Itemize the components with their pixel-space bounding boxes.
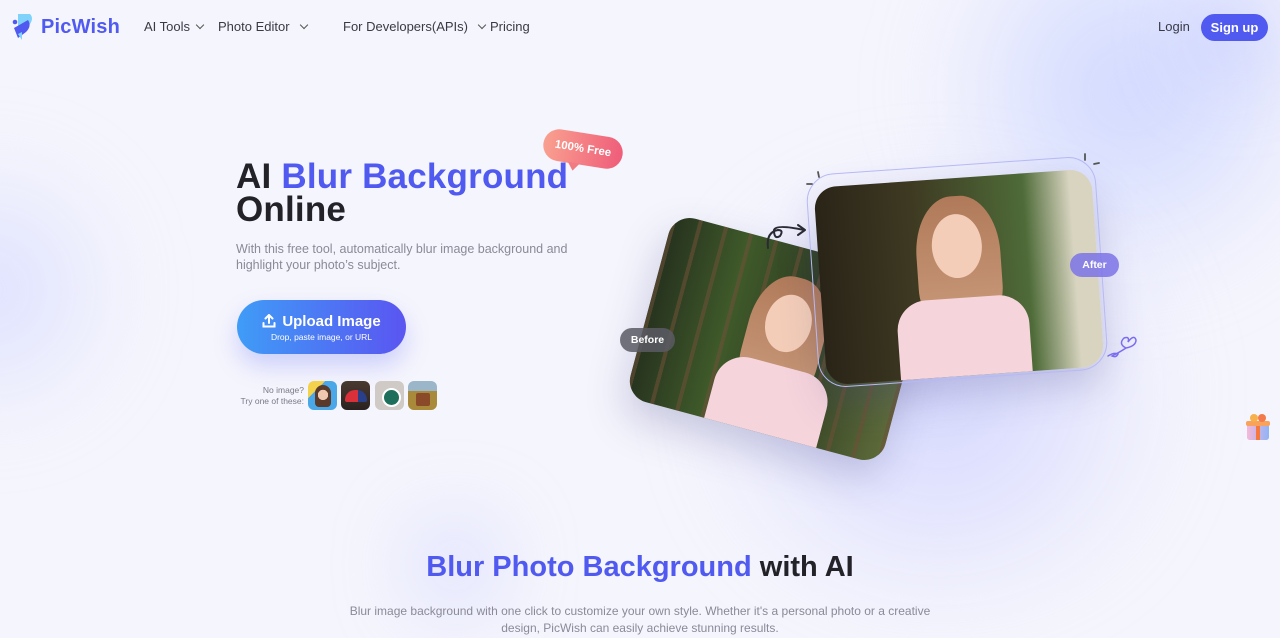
nav-item-label: Photo Editor xyxy=(218,19,290,34)
upload-main: Upload Image xyxy=(262,312,381,330)
nav-item-pricing[interactable]: Pricing xyxy=(490,19,530,34)
curly-arrow-icon xyxy=(766,224,806,249)
nav-item-developers[interactable]: For Developers(APIs) xyxy=(343,19,487,34)
top-navigation: PicWish AI Tools Photo Editor For Develo… xyxy=(0,0,1280,55)
background-glow xyxy=(0,140,120,440)
upload-sublabel: Drop, paste image, or URL xyxy=(270,331,373,342)
section-description: Blur image background with one click to … xyxy=(349,604,931,635)
upload-icon xyxy=(262,314,276,328)
chevron-down-icon xyxy=(477,20,487,29)
upload-image-button[interactable]: Upload Image Drop, paste image, or URL xyxy=(237,300,406,354)
sparkle-icon xyxy=(1084,153,1100,165)
gift-icon[interactable] xyxy=(1244,412,1272,442)
sample-image-woman-portrait[interactable] xyxy=(308,381,337,410)
hero-subtitle: With this free tool, automatically blur … xyxy=(236,242,568,272)
sample-image-landscape-chair[interactable] xyxy=(408,381,437,410)
brand-logo[interactable]: PicWish xyxy=(12,12,120,42)
nav-item-label: Pricing xyxy=(490,19,530,34)
sample-images-label: No image? Try one of these: xyxy=(236,385,304,407)
signup-button[interactable]: Sign up xyxy=(1201,14,1268,41)
upload-label: Upload Image xyxy=(282,312,381,330)
picwish-logo-icon xyxy=(12,12,34,42)
login-link[interactable]: Login xyxy=(1158,19,1190,34)
nav-item-label: For Developers(APIs) xyxy=(343,19,468,34)
section-title: Blur Photo Background with AI xyxy=(0,551,1280,584)
sparkle-icon xyxy=(806,171,820,185)
sample-image-red-cap[interactable] xyxy=(341,381,370,410)
section-title-accent: Blur Photo Background xyxy=(426,551,752,583)
sample-image-coffee-cup-logo[interactable] xyxy=(375,381,404,410)
chevron-down-icon xyxy=(299,20,308,29)
brand-name: PicWish xyxy=(41,15,121,38)
section-title-rest: with AI xyxy=(759,551,854,583)
sample-label-line2: Try one of these: xyxy=(240,396,304,406)
sample-label-line1: No image? xyxy=(262,385,304,395)
chevron-down-icon xyxy=(195,20,205,29)
after-label: After xyxy=(1070,253,1119,277)
nav-item-ai-tools[interactable]: AI Tools xyxy=(144,19,205,34)
before-label: Before xyxy=(620,328,675,352)
hero-title: AI Blur Background Online xyxy=(236,159,568,229)
nav-item-photo-editor[interactable]: Photo Editor xyxy=(218,19,308,34)
after-frame-outline xyxy=(804,155,1110,389)
nav-item-label: AI Tools xyxy=(144,19,191,34)
heart-doodle-icon xyxy=(1107,336,1137,358)
hero-title-suffix: Online xyxy=(236,190,347,229)
